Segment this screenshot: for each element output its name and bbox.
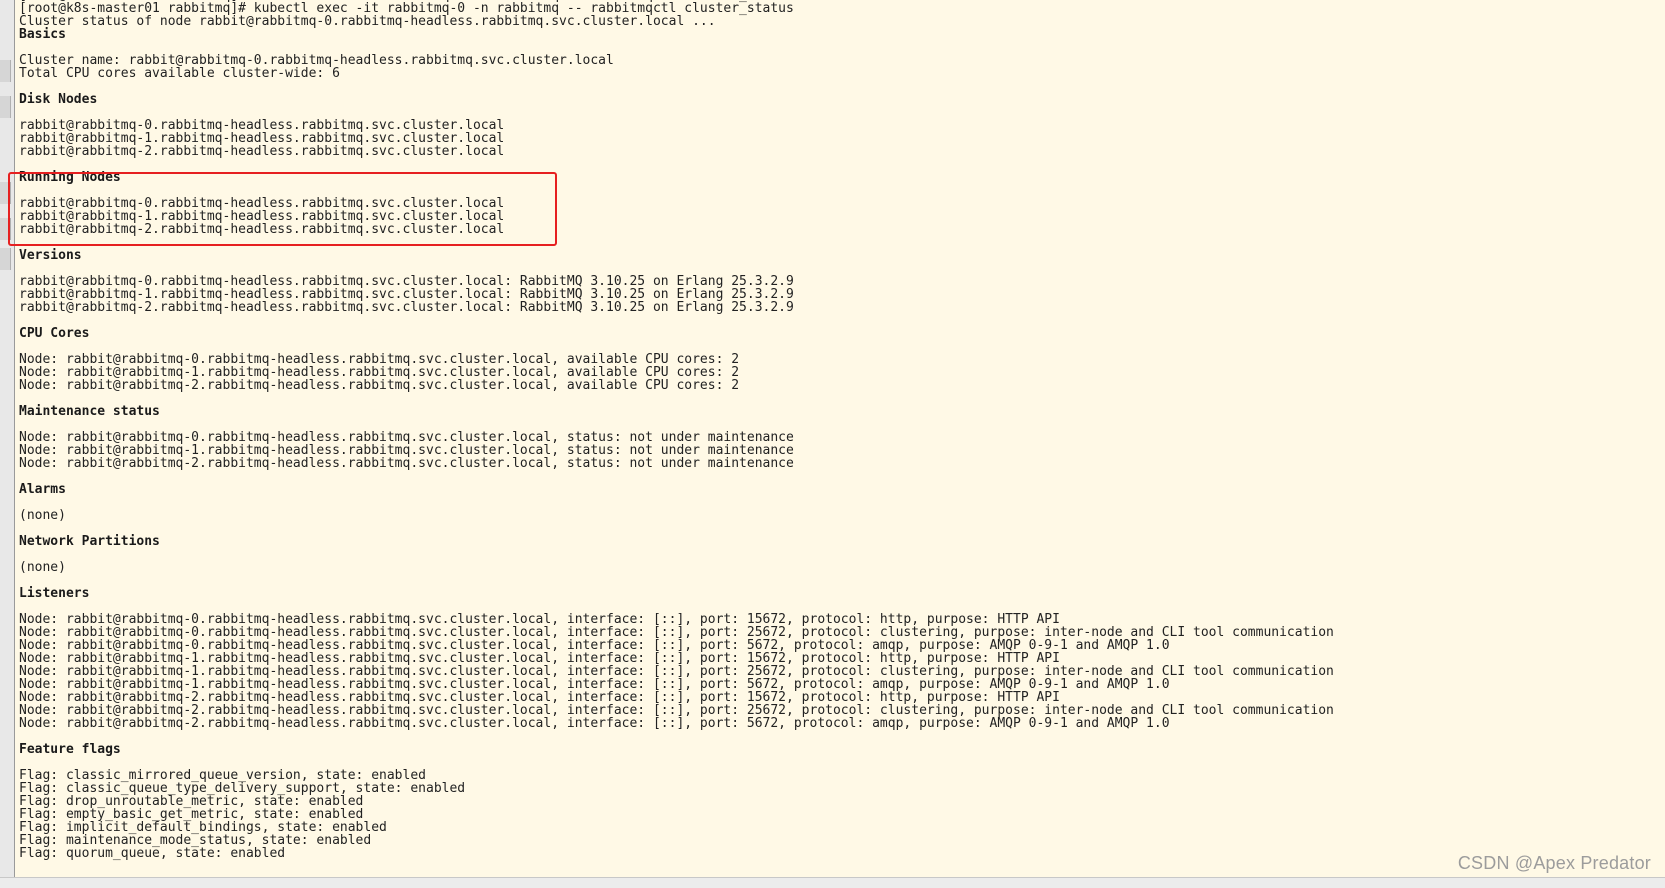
terminal-line: Node: rabbit@rabbitmq-2.rabbitmq-headles… (19, 716, 1170, 731)
section-heading: Running Nodes (19, 170, 121, 185)
section-heading: Alarms (19, 482, 66, 497)
section-heading: Feature flags (19, 742, 121, 757)
gutter-tab[interactable] (0, 248, 11, 270)
section-heading: Maintenance status (19, 404, 160, 419)
gutter-tab[interactable] (0, 182, 11, 204)
terminal-line: Total CPU cores available cluster-wide: … (19, 66, 340, 81)
watermark: CSDN @Apex Predator (1457, 853, 1651, 873)
section-heading: CPU Cores (19, 326, 90, 341)
section-heading: Listeners (19, 586, 90, 601)
section-heading: Versions (19, 248, 82, 263)
gutter-tab[interactable] (0, 60, 11, 82)
terminal-line: Flag: quorum_queue, state: enabled (19, 846, 286, 861)
status-bar (0, 877, 1665, 888)
terminal-line: Node: rabbit@rabbitmq-2.rabbitmq-headles… (19, 456, 794, 471)
terminal-line: rabbit@rabbitmq-2.rabbitmq-headless.rabb… (19, 300, 794, 315)
terminal-output[interactable]: [root@k8s-master01 rabbitmq]# kubectl ex… (19, 0, 1665, 860)
section-heading: Network Partitions (19, 534, 160, 549)
terminal-line: (none) (19, 560, 66, 575)
left-gutter (0, 0, 15, 888)
terminal-line: rabbit@rabbitmq-2.rabbitmq-headless.rabb… (19, 222, 505, 237)
section-heading: Disk Nodes (19, 92, 98, 107)
section-heading: Basics (19, 27, 66, 42)
terminal-line: rabbit@rabbitmq-2.rabbitmq-headless.rabb… (19, 144, 505, 159)
terminal-line: Cluster status of node rabbit@rabbitmq-0… (19, 14, 716, 29)
terminal-line: (none) (19, 508, 66, 523)
gutter-tab[interactable] (0, 218, 11, 240)
terminal-window: [root@k8s-master01 rabbitmq]# kubectl ex… (0, 0, 1665, 888)
terminal-line: Node: rabbit@rabbitmq-2.rabbitmq-headles… (19, 378, 740, 393)
gutter-tab[interactable] (0, 96, 11, 118)
